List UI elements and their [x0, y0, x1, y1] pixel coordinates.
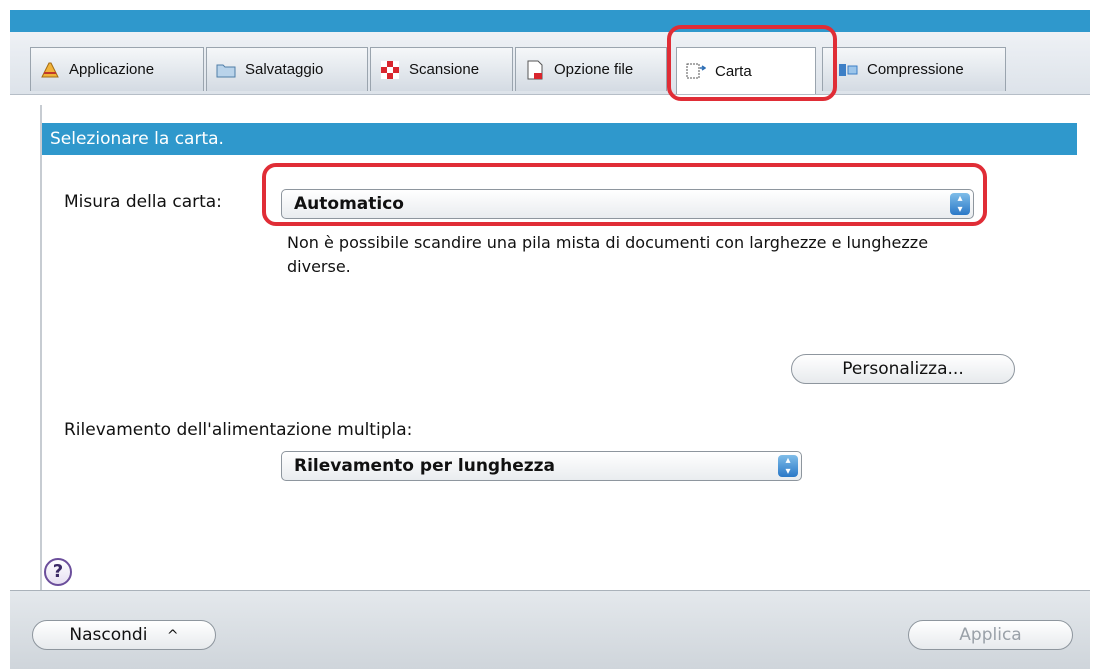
tab-applicazione[interactable]: Applicazione — [30, 47, 204, 91]
tab-opzione-file[interactable]: Opzione file — [515, 47, 667, 91]
tab-label: Carta — [715, 62, 752, 80]
paper-icon — [685, 62, 707, 80]
tab-carta[interactable]: Carta — [676, 47, 816, 94]
tab-bar: Applicazione Salvataggio Scansione Opzio… — [10, 32, 1090, 95]
folder-icon — [215, 61, 237, 79]
file-icon — [524, 60, 546, 79]
scan-checkerboard-icon — [379, 60, 401, 79]
customize-button[interactable]: Personalizza... — [791, 354, 1015, 384]
chevron-up-icon: ^ — [166, 628, 179, 644]
paper-size-note-line2: diverse. — [287, 257, 351, 276]
tab-label: Salvataggio — [245, 61, 324, 78]
help-button[interactable]: ? — [44, 558, 72, 586]
bottom-bar: Nascondi ^ Applica — [10, 590, 1090, 669]
multifeed-label: Rilevamento dell'alimentazione multipla: — [64, 420, 413, 440]
paper-size-note-line1: Non è possibile scandire una pila mista … — [287, 233, 929, 252]
scanner-settings-window: Applicazione Salvataggio Scansione Opzio… — [10, 10, 1090, 669]
hide-button[interactable]: Nascondi ^ — [32, 620, 216, 650]
tab-salvataggio[interactable]: Salvataggio — [206, 47, 368, 91]
tab-compressione[interactable]: Compressione — [822, 47, 1006, 91]
application-icon — [39, 61, 61, 79]
tab-label: Scansione — [409, 61, 480, 78]
paper-size-select[interactable]: Automatico ▴ ▾ — [281, 189, 974, 219]
multifeed-select[interactable]: Rilevamento per lunghezza ▴ ▾ — [281, 451, 802, 481]
tab-label: Applicazione — [69, 61, 155, 78]
tab-label: Opzione file — [554, 61, 634, 78]
title-bar — [10, 10, 1090, 32]
paper-size-label: Misura della carta: — [64, 192, 222, 212]
tab-scansione[interactable]: Scansione — [370, 47, 513, 91]
paper-settings-panel: Selezionare la carta. Misura della carta… — [40, 105, 1077, 595]
tab-label: Compressione — [867, 61, 964, 78]
multifeed-value: Rilevamento per lunghezza — [294, 456, 555, 476]
select-arrows-icon: ▴ ▾ — [778, 455, 798, 477]
select-arrows-icon: ▴ ▾ — [950, 193, 970, 215]
apply-button[interactable]: Applica — [908, 620, 1073, 650]
compression-icon — [837, 61, 859, 79]
paper-size-value: Automatico — [294, 194, 404, 214]
hide-button-label: Nascondi — [69, 625, 148, 645]
section-header: Selezionare la carta. — [42, 123, 1077, 155]
